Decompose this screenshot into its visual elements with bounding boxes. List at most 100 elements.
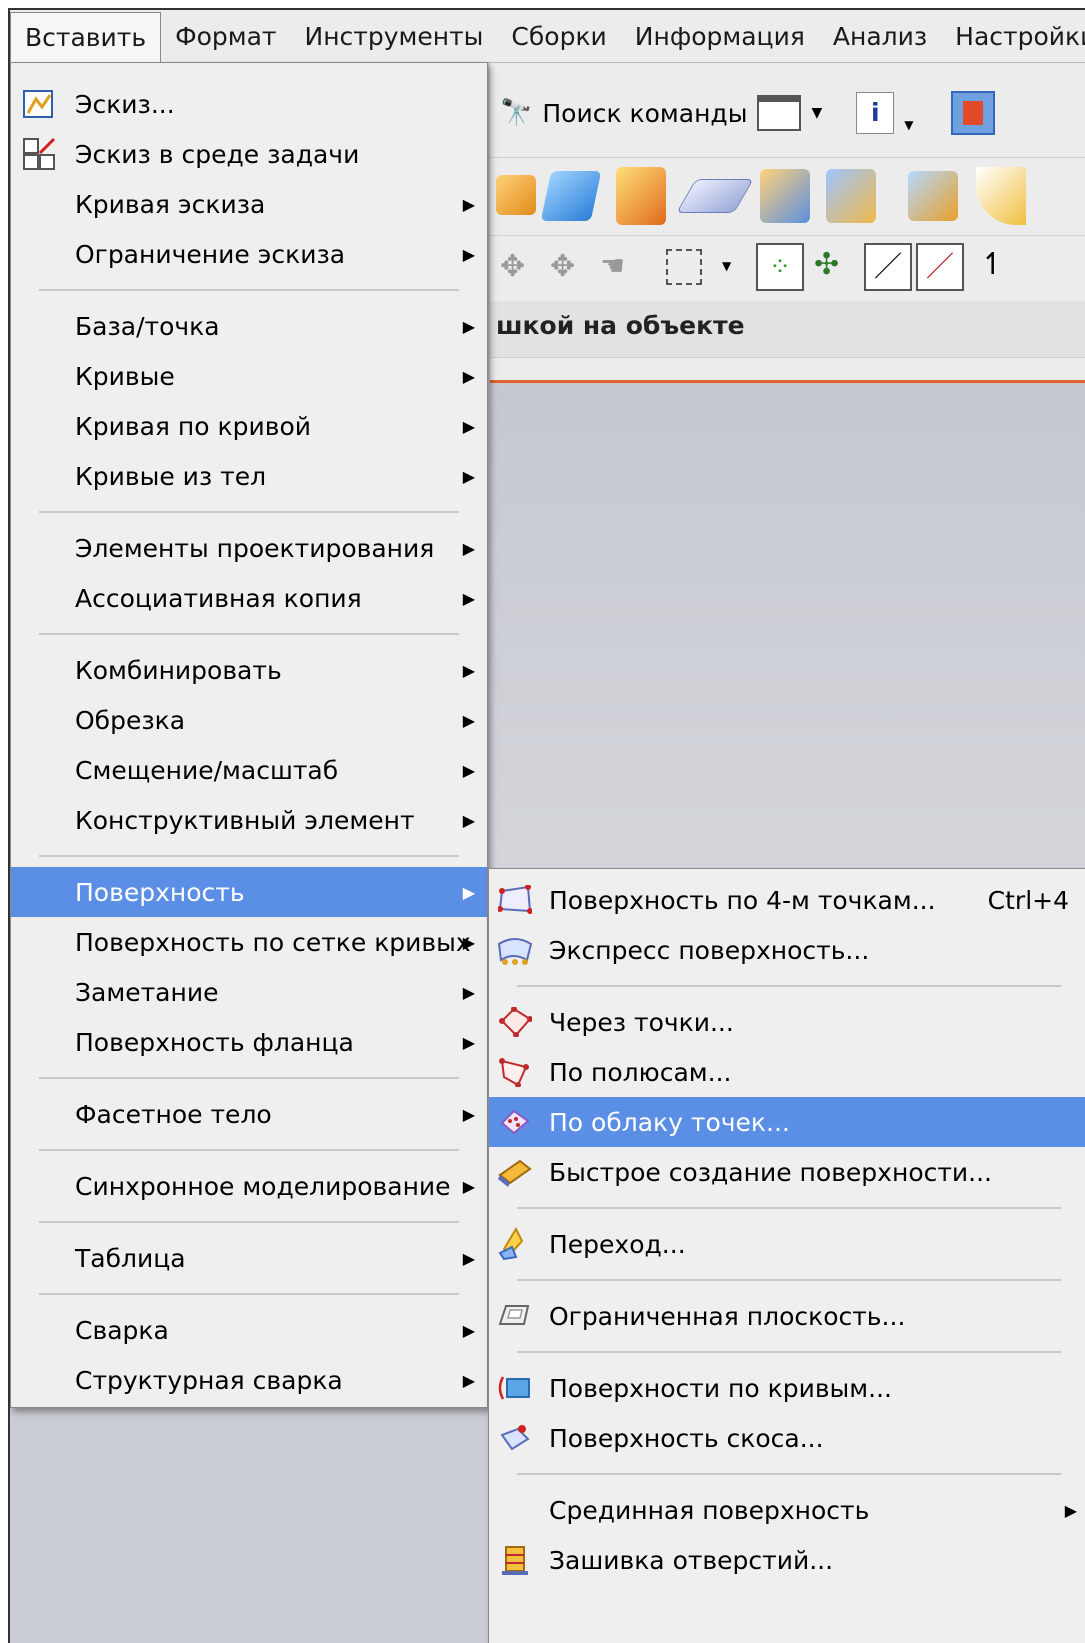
command-finder-label: Поиск команды: [542, 98, 748, 128]
menu-assemblies[interactable]: Сборки: [497, 10, 620, 62]
copy-icon[interactable]: ✥: [550, 249, 575, 284]
submenu-arrow-icon: ▶: [462, 416, 475, 436]
four-point-surface-icon: [497, 882, 533, 918]
through-points-icon: [497, 1004, 533, 1040]
menu-item-transition[interactable]: Переход...: [489, 1219, 1085, 1269]
menu-item-table[interactable]: Таблица ▶: [11, 1233, 487, 1283]
menu-separator: [39, 1077, 459, 1079]
menu-item-mesh-surface[interactable]: Поверхность по сетке кривых ▶: [11, 917, 487, 967]
move-icon[interactable]: ✥: [500, 249, 525, 284]
menu-format[interactable]: Формат: [161, 10, 290, 62]
menu-item-rapid-surfacing[interactable]: Быстрое создание поверхности...: [489, 1147, 1085, 1197]
menu-separator: [517, 1279, 1061, 1281]
snap-point-icon[interactable]: ⁘: [756, 243, 804, 291]
submenu-arrow-icon: ▶: [462, 1032, 475, 1052]
menu-item-express-surface[interactable]: Экспресс поверхность...: [489, 925, 1085, 975]
menu-item-bounded-plane[interactable]: Ограниченная плоскость...: [489, 1291, 1085, 1341]
menu-tools[interactable]: Инструменты: [291, 10, 498, 62]
submenu-arrow-icon: ▶: [462, 1320, 475, 1340]
submenu-arrow-icon: ▶: [462, 882, 475, 902]
menu-item-curves[interactable]: Кривые ▶: [11, 351, 487, 401]
submenu-arrow-icon: ▶: [462, 1104, 475, 1124]
menu-item-synchronous-modeling[interactable]: Синхронное моделирование ▶: [11, 1161, 487, 1211]
hand-icon[interactable]: ☚: [600, 249, 625, 282]
box-select-icon[interactable]: [666, 249, 702, 285]
submenu-arrow-icon: ▶: [462, 660, 475, 680]
menu-item-sketch[interactable]: Эскиз...: [11, 79, 487, 129]
chevron-down-icon[interactable]: ▼: [904, 118, 913, 132]
menu-item-four-point-surface[interactable]: Поверхность по 4-м точкам... Ctrl+4: [489, 875, 1085, 925]
surfaces-from-curves-icon: [497, 1370, 533, 1406]
menu-item-midsurface[interactable]: Срединная поверхность ▶: [489, 1485, 1085, 1535]
pattern-icon[interactable]: [826, 169, 876, 223]
menu-item-design-features[interactable]: Элементы проектирования ▶: [11, 523, 487, 573]
menu-separator: [517, 1473, 1061, 1475]
sweep-icon[interactable]: [616, 167, 666, 225]
menu-item-fill-hole[interactable]: Зашивка отверстий...: [489, 1535, 1085, 1585]
menu-item-sketch-constraint[interactable]: Ограничение эскиза ▶: [11, 229, 487, 279]
menu-item-datum-point[interactable]: База/точка ▶: [11, 301, 487, 351]
fill-hole-icon: [497, 1542, 533, 1578]
window-icon[interactable]: [757, 95, 802, 131]
menu-item-trim[interactable]: Обрезка ▶: [11, 695, 487, 745]
chevron-down-icon[interactable]: ▼: [811, 105, 822, 121]
menu-item-combine[interactable]: Комбинировать ▶: [11, 645, 487, 695]
menu-item-chamfer-surface[interactable]: Поверхность скоса...: [489, 1413, 1085, 1463]
submenu-arrow-icon: ▶: [462, 932, 475, 952]
menu-item-weld[interactable]: Сварка ▶: [11, 1305, 487, 1355]
menu-item-from-point-cloud[interactable]: По облаку точек...: [489, 1097, 1085, 1147]
submenu-arrow-icon: ▶: [462, 244, 475, 264]
midpoint-icon[interactable]: ／: [916, 243, 964, 291]
line-icon[interactable]: ／: [864, 243, 912, 291]
menu-item-sketch-curve[interactable]: Кривая эскиза ▶: [11, 179, 487, 229]
toolbar-row-selection: ✥ ✥ ☚ ▼ ⁘ ✣ ／ ／ ↿: [490, 235, 1085, 302]
snap-settings-icon[interactable]: ✣: [814, 247, 839, 282]
submenu-arrow-icon: ▶: [462, 982, 475, 1002]
menu-item-flange-surface[interactable]: Поверхность фланца ▶: [11, 1017, 487, 1067]
info-icon[interactable]: i: [856, 92, 895, 134]
submenu-arrow-icon: ▶: [462, 760, 475, 780]
datum-plane-icon[interactable]: [676, 179, 754, 213]
fit-view-icon[interactable]: [951, 91, 996, 135]
menu-item-surface[interactable]: Поверхность ▶: [11, 867, 487, 917]
shell-icon[interactable]: [760, 169, 810, 223]
menu-item-from-poles[interactable]: По полюсам...: [489, 1047, 1085, 1097]
toolbar-area: 🔭 Поиск команды ▼ i ▼ ✥ ✥ ☚ ▼ ⁘ ✣ ／ ／ ↿ …: [490, 63, 1085, 383]
menu-item-through-points[interactable]: Через точки...: [489, 997, 1085, 1047]
command-finder[interactable]: 🔭 Поиск команды ▼ i ▼: [500, 91, 996, 135]
menu-separator: [39, 1221, 459, 1223]
menu-analysis[interactable]: Анализ: [819, 10, 941, 62]
chevron-down-icon[interactable]: ▼: [722, 259, 731, 273]
menu-information[interactable]: Информация: [621, 10, 819, 62]
menu-item-associative-copy[interactable]: Ассоциативная копия ▶: [11, 573, 487, 623]
submenu-arrow-icon: ▶: [462, 538, 475, 558]
submenu-arrow-icon: ▶: [1064, 1500, 1077, 1520]
menu-item-derived-curve[interactable]: Кривая по кривой ▶: [11, 401, 487, 451]
menu-item-detail-feature[interactable]: Конструктивный элемент ▶: [11, 795, 487, 845]
menu-item-surfaces-from-curves[interactable]: Поверхности по кривым...: [489, 1363, 1085, 1413]
edge-blend-icon[interactable]: [976, 167, 1026, 225]
menu-item-curves-from-bodies[interactable]: Кривые из тел ▶: [11, 451, 487, 501]
menu-separator: [39, 1293, 459, 1295]
from-poles-icon: [497, 1054, 533, 1090]
menu-separator: [39, 633, 459, 635]
submenu-arrow-icon: ▶: [462, 1370, 475, 1390]
selection-bar: шкой на объекте: [490, 301, 1085, 358]
menu-item-offset-scale[interactable]: Смещение/масштаб ▶: [11, 745, 487, 795]
menu-separator: [517, 1351, 1061, 1353]
menu-item-facet-body[interactable]: Фасетное тело ▶: [11, 1089, 487, 1139]
revolve-icon[interactable]: [540, 171, 602, 221]
toolbar-row-standard: 🔭 Поиск команды ▼ i ▼: [490, 63, 1085, 158]
block-icon[interactable]: [908, 171, 958, 221]
menu-item-sweep[interactable]: Заметание ▶: [11, 967, 487, 1017]
menu-separator: [39, 511, 459, 513]
submenu-arrow-icon: ▶: [462, 316, 475, 336]
extrude-icon[interactable]: [496, 175, 536, 215]
menu-item-structure-weld[interactable]: Структурная сварка ▶: [11, 1355, 487, 1405]
menu-preferences[interactable]: Настройки: [941, 10, 1085, 62]
submenu-arrow-icon: ▶: [462, 366, 475, 386]
menu-insert[interactable]: Вставить: [10, 11, 162, 63]
menu-separator: [39, 1149, 459, 1151]
menu-item-sketch-in-task[interactable]: Эскиз в среде задачи: [11, 129, 487, 179]
curve-icon[interactable]: ↿: [980, 247, 1005, 282]
